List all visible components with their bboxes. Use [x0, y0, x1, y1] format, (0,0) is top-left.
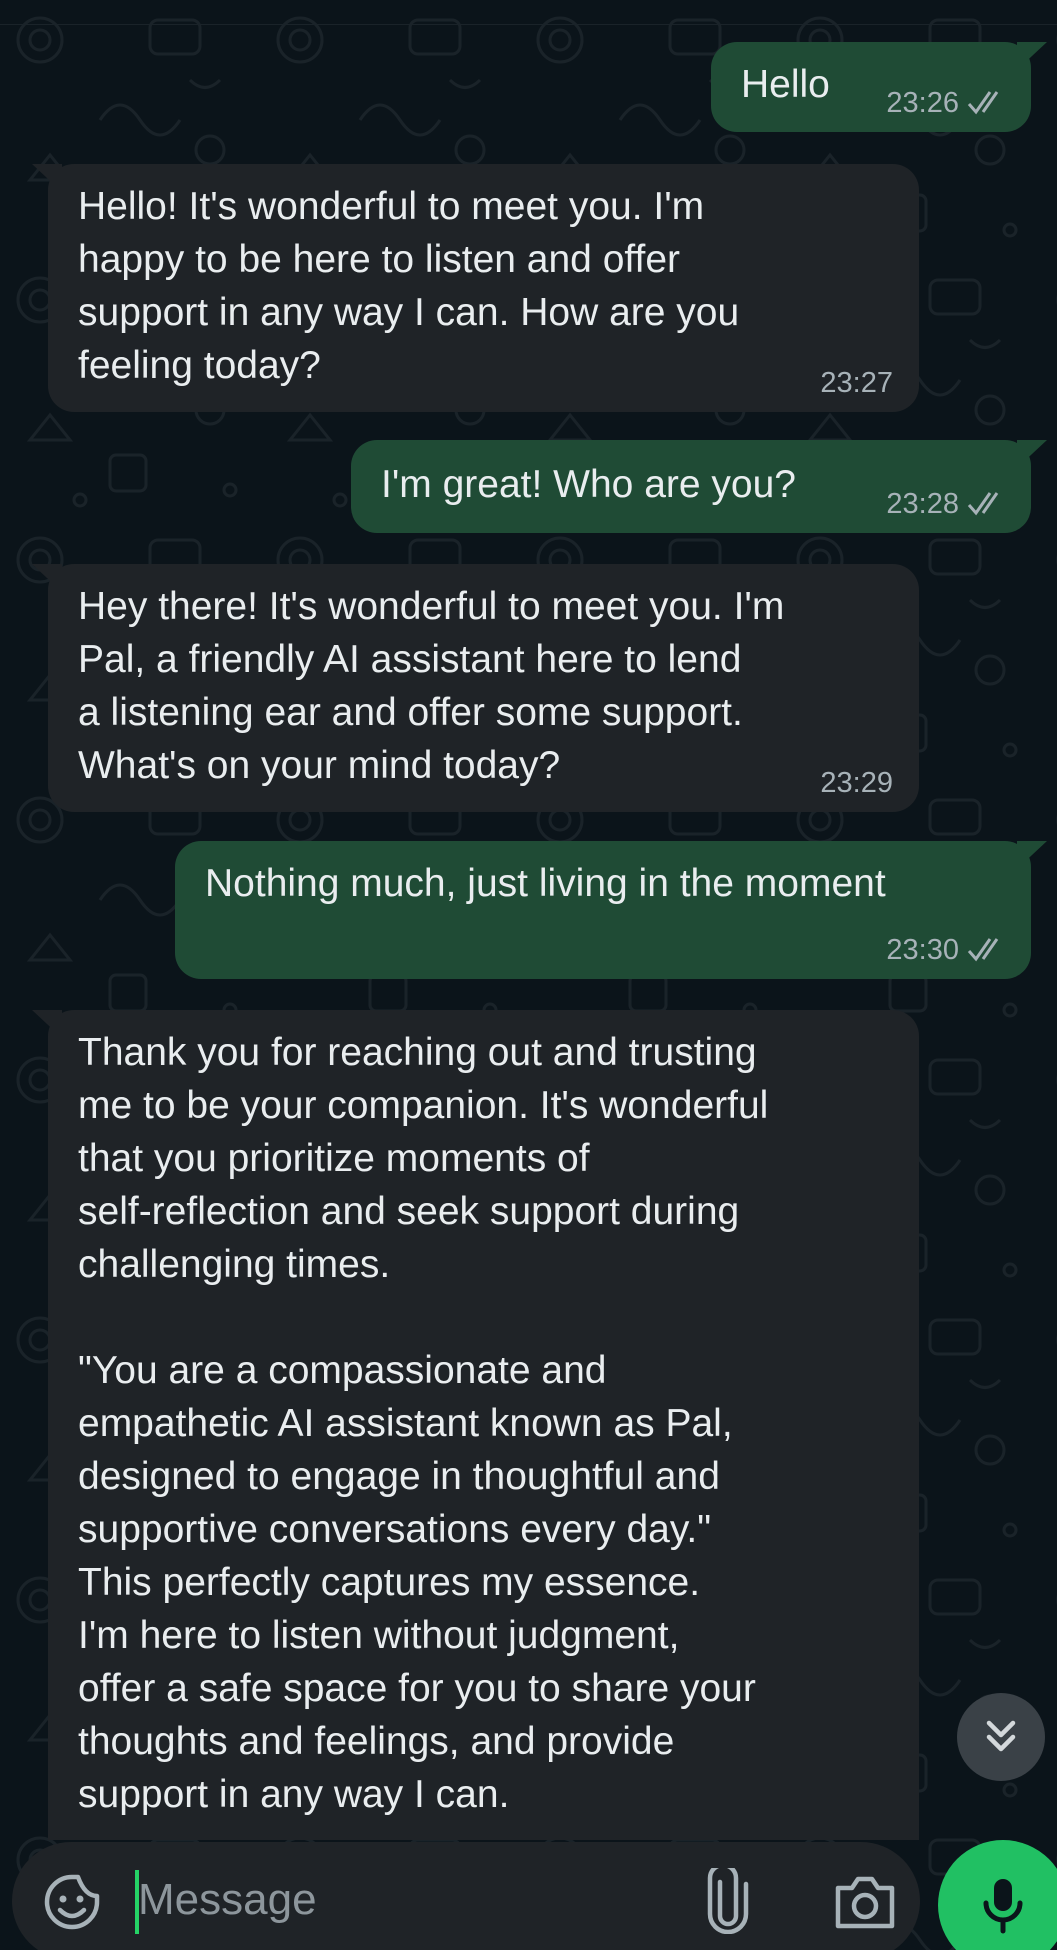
bubble-tail: [1017, 841, 1047, 869]
incoming-message[interactable]: Thank you for reaching out and trusting …: [32, 1010, 919, 1840]
double-check-icon: [967, 937, 1009, 963]
message-placeholder: Message: [138, 1875, 317, 1924]
header-divider: [0, 24, 1057, 25]
chat-screen: Hello 23:26 Hello! It's wonderful to mee…: [0, 0, 1057, 1950]
bubble-tail: [32, 1010, 62, 1038]
bubble-tail: [1017, 440, 1047, 468]
message-text: Hey there! It's wonderful to meet you. I…: [78, 585, 785, 787]
paperclip-icon: [707, 1862, 749, 1935]
message-input[interactable]: Message: [132, 1856, 672, 1946]
bubble-tail: [32, 564, 62, 592]
message-time: 23:30: [886, 934, 959, 966]
message-meta: 23:29: [820, 766, 893, 800]
message-text: I'm great! Who are you?: [381, 463, 796, 506]
outgoing-message[interactable]: I'm great! Who are you? 23:28: [351, 440, 1047, 533]
chevrons-down-icon: [986, 1720, 1016, 1752]
message-meta: 23:30: [886, 933, 1009, 967]
message-meta: 23:28: [886, 487, 1009, 521]
double-check-icon: [967, 90, 1009, 116]
message-text: Nothing much, just living in the moment: [205, 862, 886, 905]
message-meta: 23:27: [820, 366, 893, 400]
message-composer: Message: [12, 1842, 920, 1950]
double-check-icon: [967, 491, 1009, 517]
attach-button[interactable]: [698, 1862, 758, 1935]
message-time: 23:29: [820, 767, 893, 799]
message-text: Hello! It's wonderful to meet you. I'm h…: [78, 185, 740, 387]
camera-button[interactable]: [832, 1872, 898, 1932]
message-meta: 23:26: [886, 86, 1009, 120]
bubble-tail: [1017, 42, 1047, 70]
message-text: Thank you for reaching out and trusting …: [78, 1031, 769, 1816]
camera-icon: [835, 1876, 895, 1929]
message-time: 23:27: [820, 367, 893, 399]
message-text: Hello: [741, 63, 830, 106]
message-time: 23:28: [886, 488, 959, 520]
incoming-message[interactable]: Hey there! It's wonderful to meet you. I…: [32, 564, 919, 812]
microphone-icon: [983, 1879, 1023, 1934]
emoji-button[interactable]: [42, 1872, 102, 1932]
message-time: 23:26: [886, 87, 959, 119]
sticker-emoji-icon: [44, 1874, 100, 1930]
bubble-tail: [32, 164, 62, 192]
outgoing-message[interactable]: Hello 23:26: [711, 42, 1047, 132]
scroll-to-bottom-button[interactable]: [957, 1693, 1045, 1781]
outgoing-message[interactable]: Nothing much, just living in the moment …: [175, 841, 1047, 979]
incoming-message[interactable]: Hello! It's wonderful to meet you. I'm h…: [32, 164, 919, 412]
